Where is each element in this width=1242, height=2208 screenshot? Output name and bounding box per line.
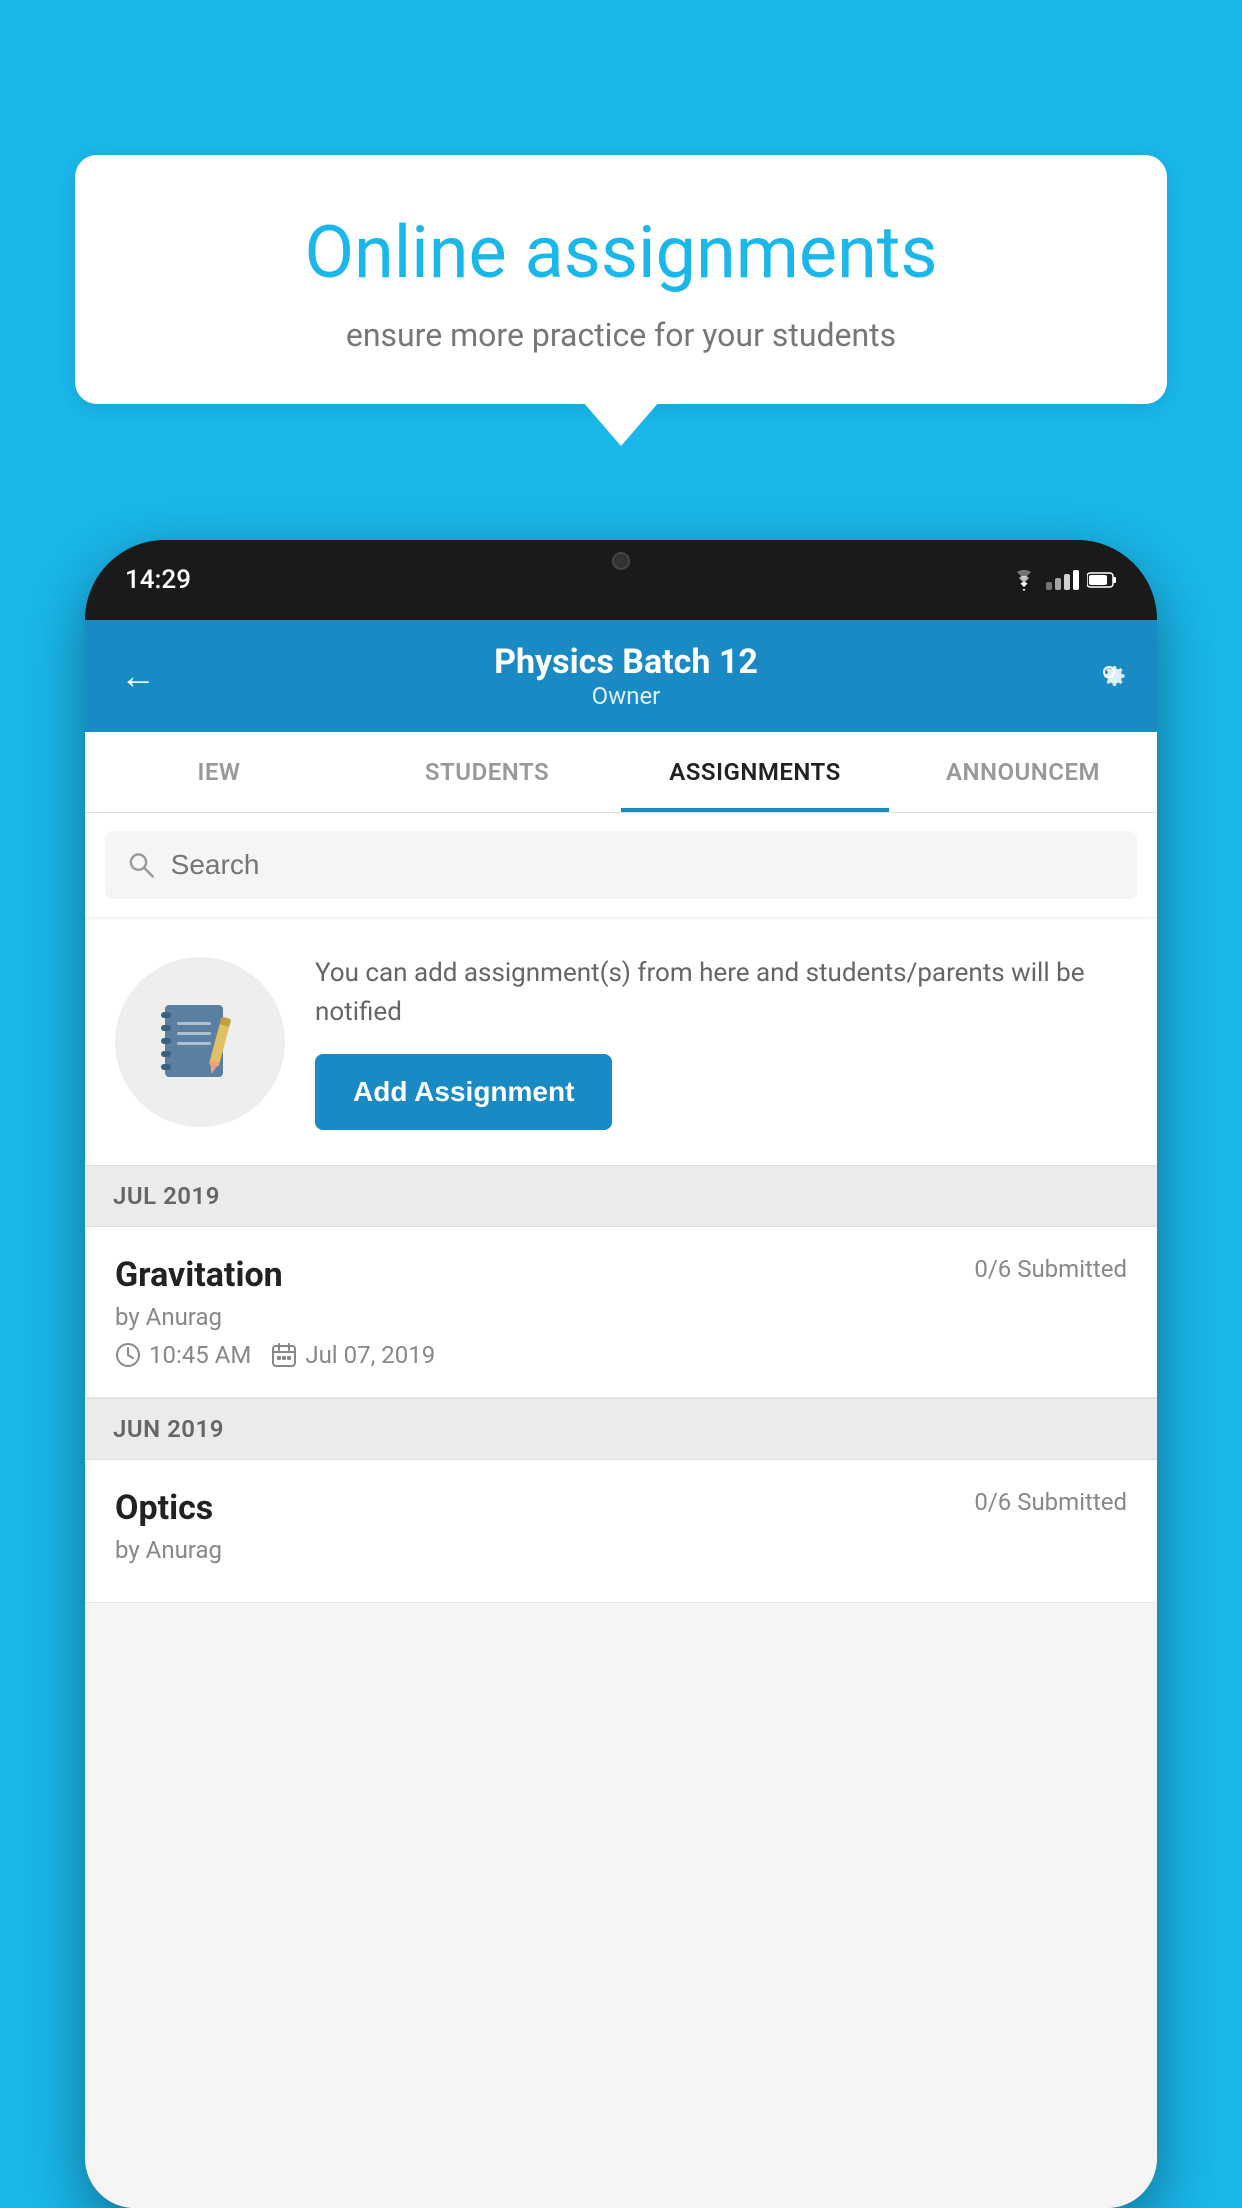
- app-header: ← Physics Batch 12 Owner: [85, 620, 1157, 732]
- wifi-icon: [1010, 569, 1038, 591]
- speech-bubble: Online assignments ensure more practice …: [75, 155, 1167, 404]
- month-header-jun: JUN 2019: [85, 1398, 1157, 1460]
- empty-state-description: You can add assignment(s) from here and …: [315, 954, 1127, 1032]
- tab-iew[interactable]: IEW: [85, 732, 353, 812]
- settings-button[interactable]: [1091, 654, 1127, 699]
- notebook-icon: [155, 997, 245, 1087]
- speech-bubble-container: Online assignments ensure more practice …: [75, 155, 1167, 404]
- batch-subtitle: Owner: [494, 682, 758, 710]
- month-header-jul: JUL 2019: [85, 1165, 1157, 1227]
- tabs-container: IEW STUDENTS ASSIGNMENTS ANNOUNCEM: [85, 732, 1157, 813]
- clock-icon: [115, 1342, 141, 1368]
- content-area: You can add assignment(s) from here and …: [85, 813, 1157, 2208]
- tab-students[interactable]: STUDENTS: [353, 732, 621, 812]
- empty-state-text-area: You can add assignment(s) from here and …: [315, 954, 1127, 1130]
- status-icons: [1010, 569, 1117, 591]
- assignment-date: Jul 07, 2019: [305, 1341, 435, 1369]
- header-title-area: Physics Batch 12 Owner: [494, 642, 758, 710]
- assignment-meta: by Anurag: [115, 1303, 1127, 1331]
- assignment-title-optics: Optics: [115, 1488, 213, 1528]
- assignment-title: Gravitation: [115, 1255, 283, 1295]
- assignment-top-row: Gravitation 0/6 Submitted: [115, 1255, 1127, 1295]
- speech-bubble-subtitle: ensure more practice for your students: [135, 316, 1107, 354]
- assignment-submitted-optics: 0/6 Submitted: [974, 1488, 1127, 1516]
- tab-assignments[interactable]: ASSIGNMENTS: [621, 732, 889, 812]
- search-input[interactable]: [171, 849, 1115, 881]
- tab-announcements[interactable]: ANNOUNCEM: [889, 732, 1157, 812]
- speech-bubble-title: Online assignments: [135, 210, 1107, 296]
- signal-icon: [1046, 570, 1079, 590]
- phone-notch: [561, 540, 681, 580]
- add-assignment-button[interactable]: Add Assignment: [315, 1054, 612, 1130]
- back-button[interactable]: ←: [115, 650, 161, 702]
- assignment-time-item: 10:45 AM: [115, 1341, 251, 1369]
- empty-state-card: You can add assignment(s) from here and …: [85, 919, 1157, 1165]
- status-bar: 14:29: [85, 540, 1157, 620]
- search-container: [85, 813, 1157, 917]
- assignment-item-optics[interactable]: Optics 0/6 Submitted by Anurag: [85, 1460, 1157, 1603]
- status-time: 14:29: [125, 565, 191, 595]
- assignment-datetime: 10:45 AM Jul 07, 2019: [115, 1341, 1127, 1369]
- assignment-top-row-optics: Optics 0/6 Submitted: [115, 1488, 1127, 1528]
- search-icon: [127, 850, 156, 880]
- assignment-meta-optics: by Anurag: [115, 1536, 1127, 1564]
- assignment-date-item: Jul 07, 2019: [271, 1341, 435, 1369]
- batch-title: Physics Batch 12: [494, 642, 758, 682]
- assignment-item-gravitation[interactable]: Gravitation 0/6 Submitted by Anurag 10:4…: [85, 1227, 1157, 1398]
- phone-screen: ← Physics Batch 12 Owner IEW STUDENTS AS…: [85, 620, 1157, 2208]
- battery-icon: [1087, 571, 1117, 589]
- calendar-icon: [271, 1342, 297, 1368]
- empty-state-icon: [115, 957, 285, 1127]
- assignment-submitted: 0/6 Submitted: [974, 1255, 1127, 1283]
- phone-frame: 14:29: [85, 540, 1157, 2208]
- phone-camera: [612, 552, 630, 570]
- search-wrapper[interactable]: [105, 831, 1137, 899]
- assignment-time: 10:45 AM: [149, 1341, 251, 1369]
